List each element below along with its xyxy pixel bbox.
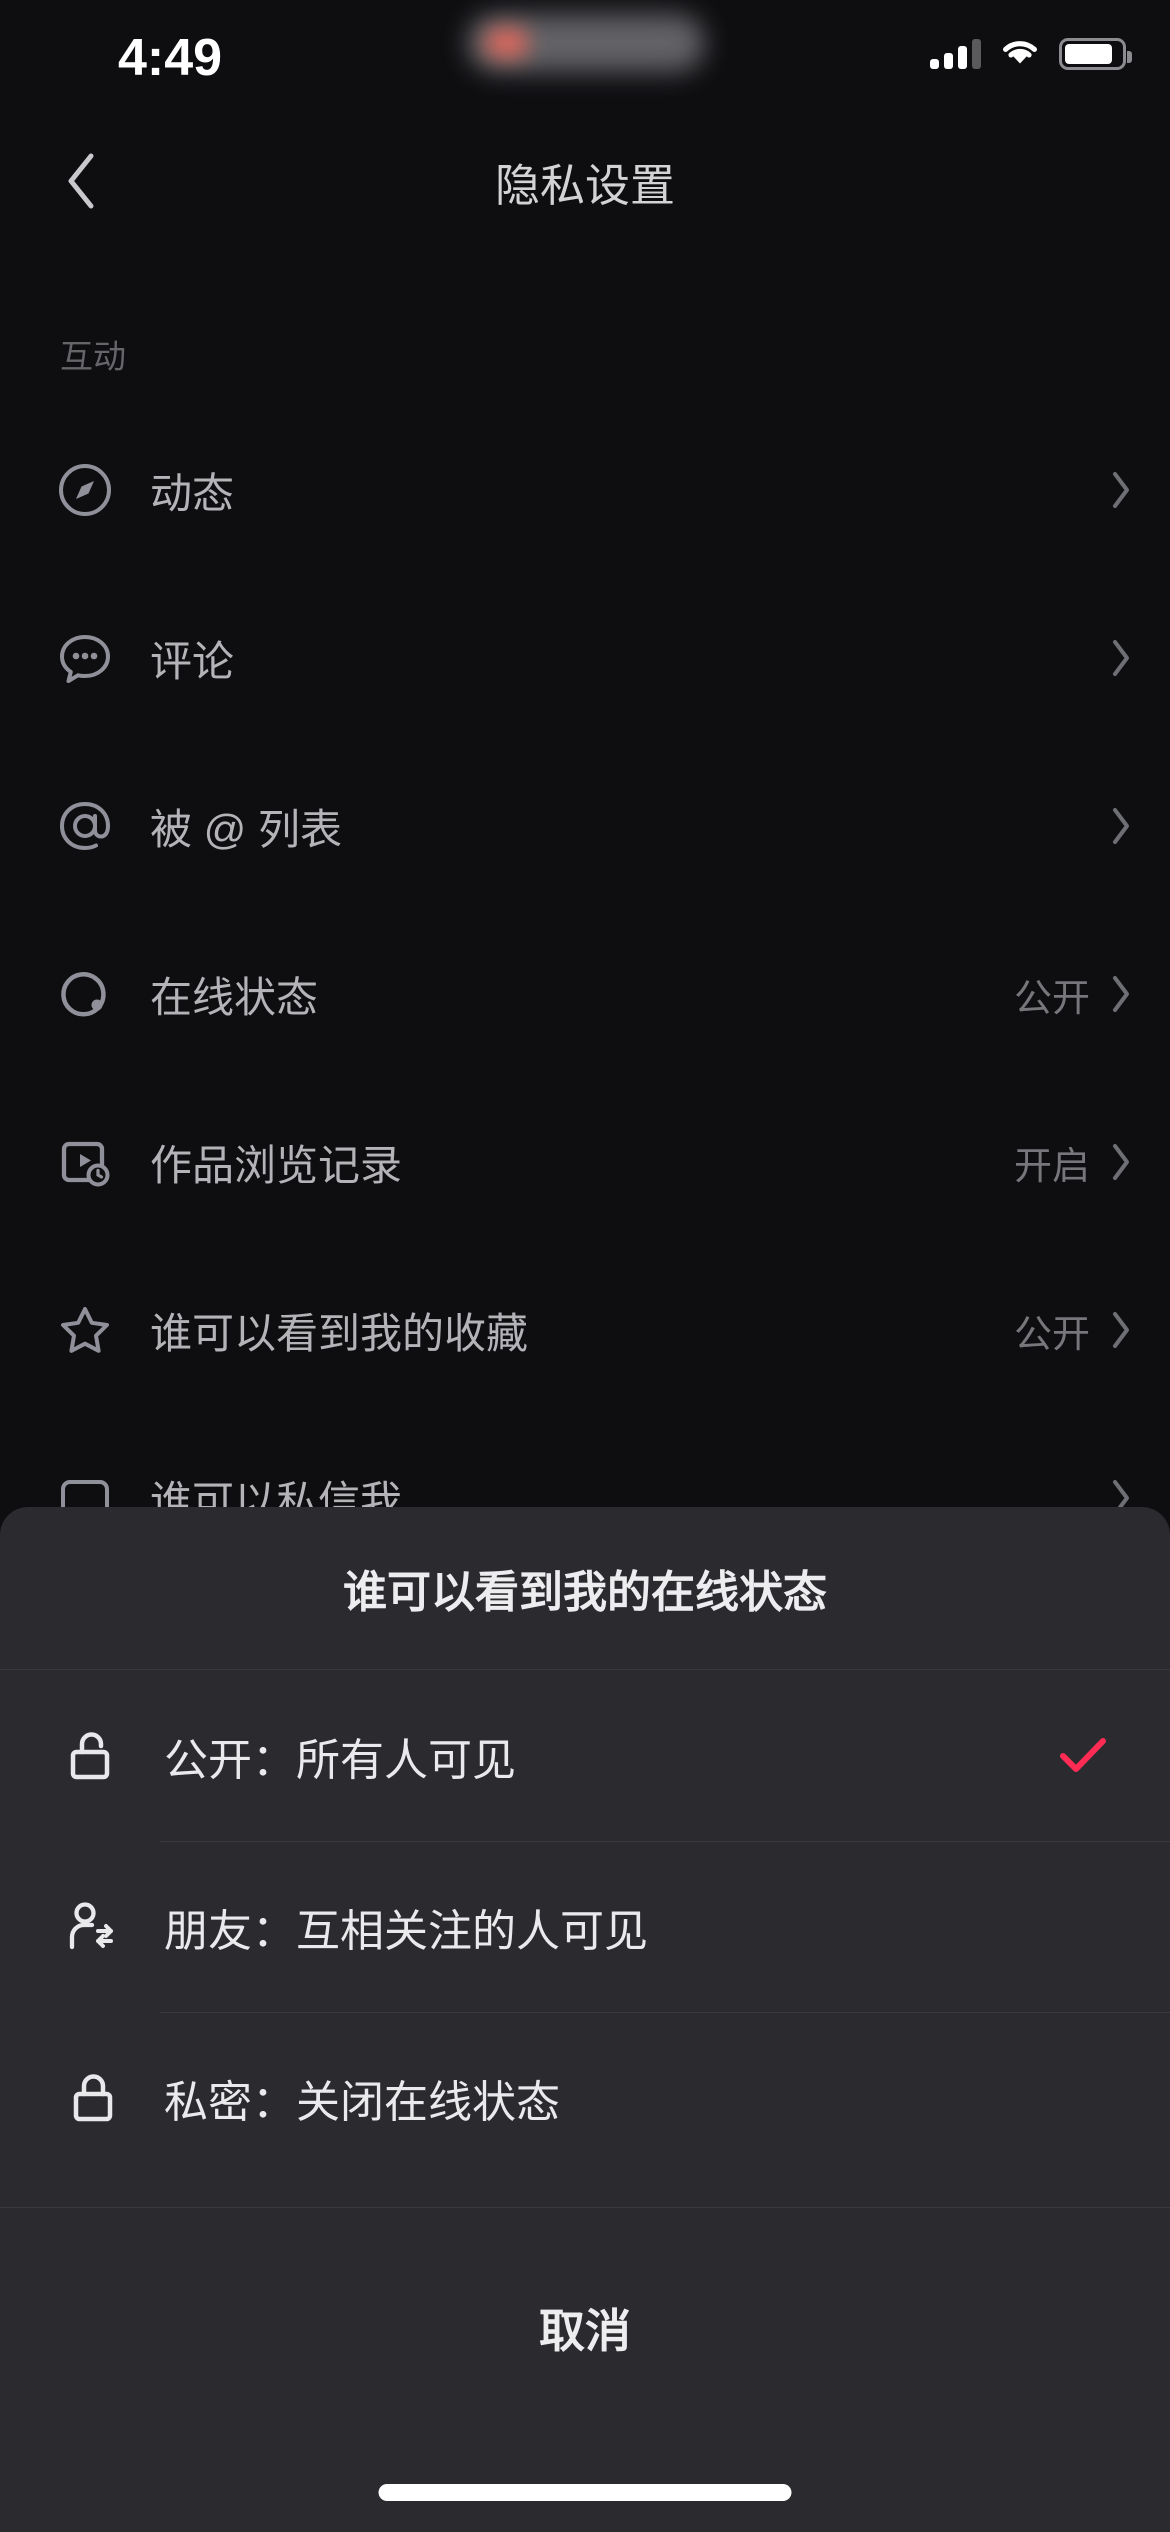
sheet-divider [0,2207,1170,2225]
cancel-button[interactable]: 取消 [0,2225,1170,2430]
check-icon [1058,1736,1118,1776]
action-sheet-title: 谁可以看到我的在线状态 [0,1507,1170,1670]
option-public[interactable]: 公开：所有人可见 [0,1670,1170,1841]
option-label: 公开：所有人可见 [164,1735,516,1785]
phone-screen: 4:49 隐私设置 互动 动态 评论 被 @ 列表 在线状态 公开 作品浏览记录… [0,0,1170,2532]
lock-icon [62,2067,124,2129]
cancel-section: 取消 [0,2225,1170,2532]
action-sheet: 谁可以看到我的在线状态 公开：所有人可见 朋友：互相关注的人可见 私密：关闭在线… [0,1507,1170,2207]
option-label: 朋友：互相关注的人可见 [164,1906,648,1956]
option-private[interactable]: 私密：关闭在线状态 [0,2012,1170,2183]
option-label: 私密：关闭在线状态 [164,2077,560,2127]
unlock-icon [62,1725,124,1787]
home-indicator [378,2484,792,2501]
option-friends[interactable]: 朋友：互相关注的人可见 [0,1841,1170,2012]
person-swap-icon [62,1896,124,1958]
